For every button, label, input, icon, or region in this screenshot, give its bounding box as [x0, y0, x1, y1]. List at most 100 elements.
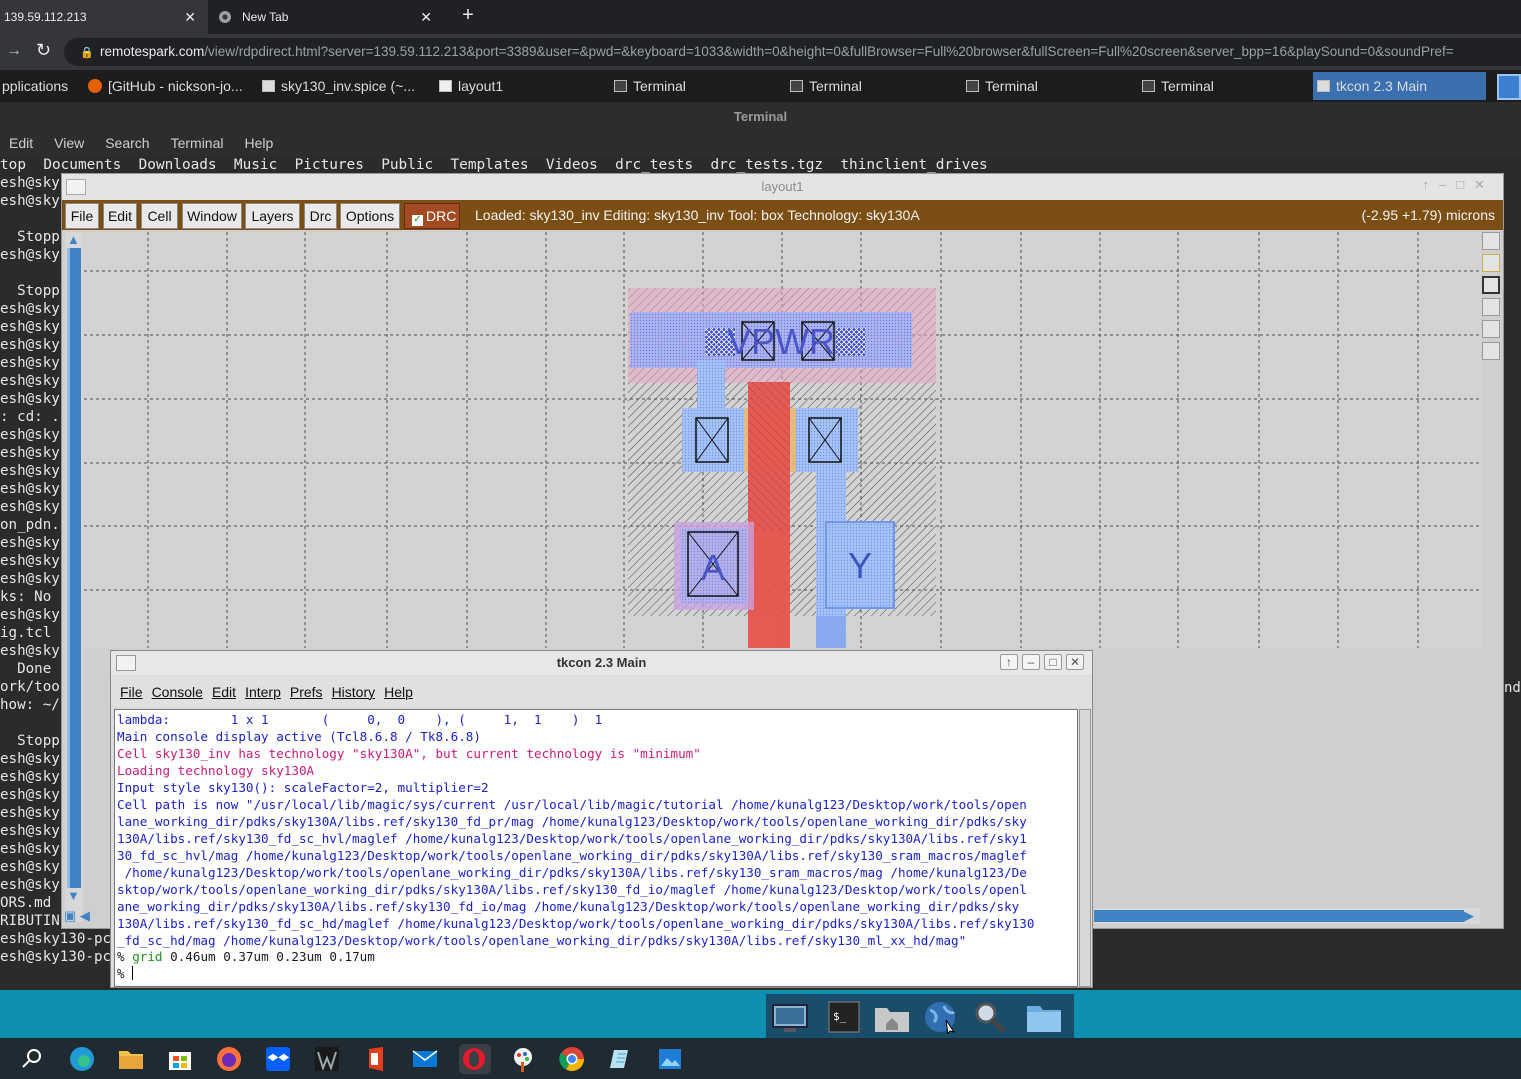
tool-button[interactable] [1482, 342, 1500, 360]
menu-edit[interactable]: Edit [9, 135, 33, 151]
edge-icon[interactable] [67, 1044, 97, 1074]
workspace-switcher[interactable] [1497, 74, 1521, 100]
window-controls[interactable]: ↑–□✕ [1423, 177, 1495, 193]
taskbar-item-label: Terminal [1161, 78, 1214, 94]
browser-tab[interactable]: 139.59.112.213 ✕ [0, 0, 208, 34]
reload-icon[interactable]: ↻ [36, 40, 51, 61]
scroll-down-icon[interactable]: ▼ [67, 888, 80, 903]
lock-icon[interactable]: 🔒 [80, 46, 94, 59]
raise-icon[interactable]: ↑ [1000, 654, 1018, 670]
menu-file[interactable]: File [120, 684, 143, 700]
console-input-line[interactable]: % [117, 965, 134, 982]
menu-interp[interactable]: Interp [245, 684, 281, 700]
drc-toggle[interactable]: ✓ DRC [404, 203, 460, 229]
close-tab-icon[interactable]: ✕ [420, 9, 432, 26]
tool-button[interactable] [1482, 232, 1500, 250]
photos-icon[interactable] [655, 1044, 685, 1074]
store-icon[interactable] [165, 1044, 195, 1074]
menu-cell[interactable]: Cell [141, 203, 178, 229]
menu-prefs[interactable]: Prefs [290, 684, 323, 700]
taskbar-item-spice[interactable]: sky130_inv.spice (~... [258, 72, 415, 100]
close-tab-icon[interactable]: ✕ [184, 9, 196, 26]
horizontal-scrollbar[interactable]: ▶ [1094, 908, 1480, 924]
firefox-icon[interactable] [214, 1044, 244, 1074]
console-line: ane_working_dir/pdks/sky130A/libs.ref/sk… [117, 899, 1020, 914]
menu-history[interactable]: History [332, 684, 376, 700]
search-icon[interactable] [18, 1044, 48, 1074]
console-line: Cell path is now "/usr/local/lib/magic/s… [117, 797, 1027, 812]
tool-button[interactable] [1482, 254, 1500, 272]
mail-icon[interactable] [410, 1044, 440, 1074]
file-explorer-icon[interactable] [116, 1044, 146, 1074]
terminal-line: esh@sky [0, 607, 60, 623]
close-icon[interactable]: ✕ [1066, 654, 1084, 670]
menu-drc[interactable]: Drc [304, 203, 337, 229]
vertical-scrollbar[interactable] [1079, 709, 1091, 987]
scroll-right-icon[interactable]: ▶ [1464, 908, 1474, 924]
taskbar-item-tkcon[interactable]: tkcon 2.3 Main [1313, 72, 1486, 100]
maximize-icon[interactable]: □ [1044, 654, 1062, 670]
taskbar-item-terminal[interactable]: Terminal [610, 72, 686, 100]
opera-icon[interactable] [459, 1044, 491, 1074]
console-line: lane_working_dir/pdks/sky130A/libs.ref/s… [117, 814, 1027, 829]
taskbar-item-terminal[interactable]: Terminal [1138, 72, 1214, 100]
tool-button[interactable] [1482, 320, 1500, 338]
browser-tab[interactable]: New Tab ✕ [208, 0, 444, 34]
layout-toolbar [1482, 232, 1502, 367]
taskbar-item-github[interactable]: [GitHub - nickson-jo... [84, 72, 243, 100]
menu-edit[interactable]: Edit [212, 684, 236, 700]
layout-canvas[interactable]: VPWR A Y [84, 232, 1481, 648]
web-browser-icon[interactable] [920, 1000, 960, 1036]
notepad-icon[interactable] [606, 1044, 636, 1074]
menu-window[interactable]: Window [182, 203, 242, 229]
taskbar-item-terminal[interactable]: Terminal [962, 72, 1038, 100]
text-editor-icon [262, 80, 275, 92]
menu-view[interactable]: View [54, 135, 84, 151]
scroll-up-icon[interactable]: ▲ [67, 232, 80, 247]
url-input[interactable]: remotespark.com/view/rdpdirect.html?serv… [64, 38, 1521, 66]
home-folder-icon[interactable] [872, 1000, 912, 1034]
terminal-line: esh@sky [0, 787, 60, 803]
menu-file[interactable]: File [65, 203, 99, 229]
scroll-left-icon[interactable]: ▣ ◀ [64, 908, 90, 924]
menu-search[interactable]: Search [105, 135, 149, 151]
li-strap [697, 360, 725, 412]
app-icon[interactable] [312, 1044, 342, 1074]
terminal-line: esh@sky [0, 805, 60, 821]
terminal-icon[interactable]: $_ [824, 1000, 864, 1034]
menu-help[interactable]: Help [384, 684, 413, 700]
layout-drawing: VPWR A Y [84, 232, 1481, 648]
window-icon [66, 179, 86, 195]
monitor-icon[interactable] [770, 1000, 810, 1034]
menu-console[interactable]: Console [152, 684, 203, 700]
tkcon-console[interactable]: lambda: 1 x 1 ( 0, 0 ), ( 1, 1 ) 1 Main c… [114, 709, 1078, 987]
tool-button[interactable] [1482, 298, 1500, 316]
menu-help[interactable]: Help [244, 135, 273, 151]
folder-icon[interactable] [1024, 1000, 1064, 1034]
chrome-icon[interactable] [557, 1044, 587, 1074]
scroll-thumb[interactable] [1094, 910, 1464, 922]
minimize-icon[interactable]: – [1022, 654, 1040, 670]
vertical-scrollbar[interactable]: ▲ ▼ [65, 232, 83, 922]
menu-options[interactable]: Options [340, 203, 400, 229]
forward-icon[interactable]: → [6, 42, 22, 60]
tool-button[interactable] [1482, 276, 1500, 294]
taskbar-item-layout1[interactable]: layout1 [435, 72, 503, 100]
terminal-line: ks: No [0, 589, 52, 605]
terminal-line: esh@sky [0, 481, 60, 497]
scroll-thumb[interactable] [67, 248, 81, 888]
applications-menu[interactable]: pplications [0, 72, 68, 100]
office-icon[interactable] [361, 1044, 391, 1074]
terminal-line: esh@sky130-pc [0, 931, 112, 947]
menu-edit[interactable]: Edit [103, 203, 137, 229]
menu-terminal[interactable]: Terminal [171, 135, 224, 151]
terminal-line: esh@sky [0, 175, 60, 191]
window-controls: ↑ – □ ✕ [1000, 654, 1084, 670]
menu-layers[interactable]: Layers [245, 203, 300, 229]
dropbox-icon[interactable] [263, 1044, 293, 1074]
search-icon[interactable] [970, 1000, 1010, 1034]
new-tab-button[interactable]: + [456, 4, 480, 27]
taskbar-item-terminal[interactable]: Terminal [786, 72, 862, 100]
tkcon-window[interactable]: tkcon 2.3 Main ↑ – □ ✕ File Console Edit… [110, 650, 1093, 988]
paint-icon[interactable] [508, 1044, 538, 1074]
